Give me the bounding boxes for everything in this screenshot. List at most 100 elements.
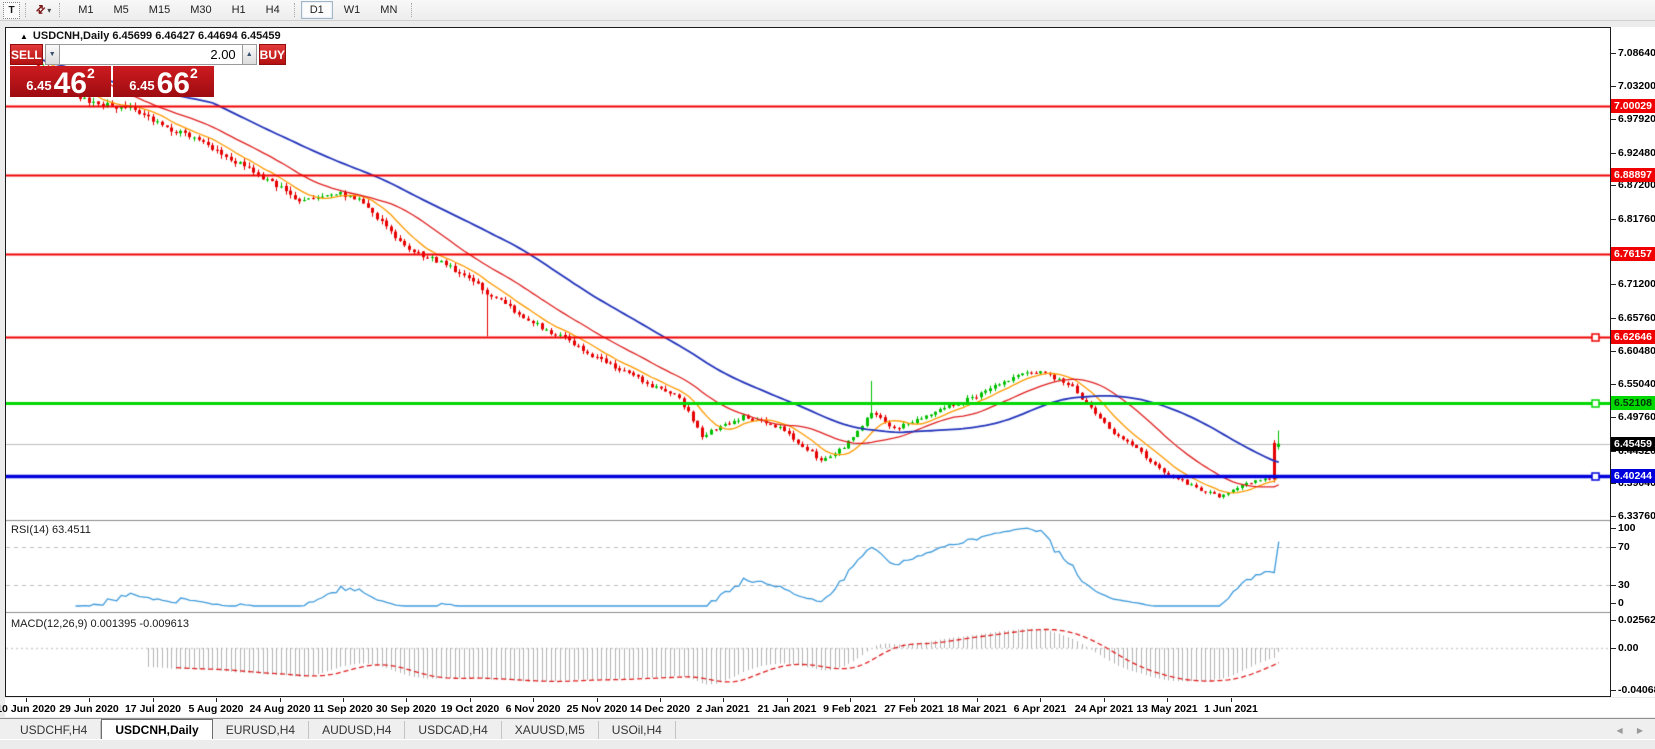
y-axis-tick-mark bbox=[1611, 516, 1616, 517]
date-tick-mark bbox=[787, 698, 788, 702]
y-axis-tick-mark bbox=[1611, 528, 1616, 529]
y-axis-tick-label: 6.33760 bbox=[1618, 510, 1655, 522]
timeframe-m30[interactable]: M30 bbox=[181, 1, 220, 19]
tab-scroll-arrows[interactable]: ◀ ▶ bbox=[1616, 726, 1649, 735]
sell-button[interactable]: SELL bbox=[10, 44, 43, 65]
date-tick-mark bbox=[1104, 698, 1105, 702]
sell-price-pips: 46 bbox=[54, 71, 87, 96]
y-axis-tick-mark bbox=[1611, 417, 1616, 418]
toolbar-separator bbox=[59, 3, 61, 17]
one-click-trading-panel: SELL ▼ ▲ BUY 6.45462 6.45662 bbox=[10, 44, 214, 97]
tab-usdcad-h4[interactable]: USDCAD,H4 bbox=[405, 721, 501, 740]
text-tool-button[interactable]: T bbox=[3, 2, 20, 19]
y-axis-tick-label: 6.81760 bbox=[1618, 213, 1655, 225]
y-axis-tick-label: 6.97920 bbox=[1618, 113, 1655, 125]
price-badge: 6.62646 bbox=[1611, 330, 1655, 344]
toolbar-separator bbox=[411, 3, 413, 17]
y-axis-tick-label: 6.55040 bbox=[1618, 378, 1655, 390]
rsi-axis-label: 70 bbox=[1618, 541, 1630, 553]
date-tick-mark bbox=[1167, 698, 1168, 702]
y-axis-tick-mark bbox=[1611, 585, 1616, 586]
y-axis-tick-label: 6.65760 bbox=[1618, 312, 1655, 324]
macd-axis-label: -0.040687 bbox=[1618, 684, 1655, 696]
buy-price-display[interactable]: 6.45662 bbox=[113, 66, 214, 97]
tab-xauusd-m5[interactable]: XAUUSD,M5 bbox=[502, 721, 599, 740]
chart-title-text: USDCNH,Daily 6.45699 6.46427 6.44694 6.4… bbox=[33, 30, 281, 42]
price-axis[interactable]: 7.086407.032006.979206.924806.872006.817… bbox=[1611, 27, 1655, 697]
tab-usdcnh-daily[interactable]: USDCNH,Daily bbox=[101, 719, 212, 740]
trading-terminal-window: T ⇅ ▾ M1M5M15M30H1H4D1W1MN ▲USDCNH,Daily… bbox=[0, 0, 1655, 749]
tab-eurusd-h4[interactable]: EURUSD,H4 bbox=[213, 721, 309, 740]
chart-title: ▲USDCNH,Daily 6.45699 6.46427 6.44694 6.… bbox=[20, 30, 281, 42]
toolbar-separator bbox=[294, 3, 296, 17]
y-axis-tick-label: 7.08640 bbox=[1618, 47, 1655, 59]
timeframe-w1[interactable]: W1 bbox=[335, 1, 370, 19]
timeframe-mn[interactable]: MN bbox=[371, 1, 406, 19]
chart-tabs: USDCHF,H4USDCNH,DailyEURUSD,H4AUDUSD,H4U… bbox=[0, 718, 1655, 740]
date-tick-mark bbox=[343, 698, 344, 702]
rsi-axis-label: 100 bbox=[1618, 522, 1636, 534]
timeframe-h4[interactable]: H4 bbox=[257, 1, 289, 19]
volume-stepper: ▼ ▲ bbox=[45, 44, 257, 65]
volume-input[interactable] bbox=[60, 44, 242, 65]
chevron-down-icon: ▾ bbox=[47, 6, 51, 15]
timeframe-h1[interactable]: H1 bbox=[223, 1, 255, 19]
date-tick-mark bbox=[406, 698, 407, 702]
y-axis-tick-label: 6.71200 bbox=[1618, 278, 1655, 290]
timeframe-m5[interactable]: M5 bbox=[105, 1, 138, 19]
sell-price-point: 2 bbox=[87, 65, 95, 81]
date-tick-mark bbox=[216, 698, 217, 702]
buy-button[interactable]: BUY bbox=[259, 44, 286, 65]
top-toolbar: T ⇅ ▾ M1M5M15M30H1H4 D1W1MN bbox=[0, 0, 1655, 21]
macd-indicator-label: MACD(12,26,9) 0.001395 -0.009613 bbox=[11, 618, 189, 630]
price-badge: 6.52108 bbox=[1611, 396, 1655, 410]
timeframe-m15[interactable]: M15 bbox=[140, 1, 179, 19]
sell-price-display[interactable]: 6.45462 bbox=[10, 66, 111, 97]
buy-price-base: 6.45 bbox=[129, 78, 154, 93]
y-axis-tick-mark bbox=[1611, 603, 1616, 604]
date-tick-mark bbox=[89, 698, 90, 702]
date-tick-mark bbox=[533, 698, 534, 702]
timeframe-group: M1M5M15M30H1H4 D1W1MN bbox=[68, 1, 417, 19]
tab-audusd-h4[interactable]: AUDUSD,H4 bbox=[309, 721, 405, 740]
volume-decrease-button[interactable]: ▼ bbox=[45, 44, 60, 65]
y-axis-tick-label: 6.92480 bbox=[1618, 147, 1655, 159]
timeframe-d1[interactable]: D1 bbox=[301, 1, 333, 19]
y-axis-tick-mark bbox=[1611, 318, 1616, 319]
price-badge: 6.76157 bbox=[1611, 247, 1655, 261]
diagonal-arrows-icon: ⇅ bbox=[32, 3, 46, 17]
rsi-axis-label: 0 bbox=[1618, 597, 1624, 609]
macd-axis-label: 0.025623 bbox=[1618, 614, 1655, 626]
buy-price-point: 2 bbox=[190, 65, 198, 81]
sell-price-base: 6.45 bbox=[26, 78, 51, 93]
y-axis-tick-mark bbox=[1611, 547, 1616, 548]
y-axis-tick-mark bbox=[1611, 451, 1616, 452]
date-tick-mark bbox=[1040, 698, 1041, 702]
tab-usdchf-h4[interactable]: USDCHF,H4 bbox=[7, 721, 101, 740]
date-tick-mark bbox=[1231, 698, 1232, 702]
rsi-axis-label: 30 bbox=[1618, 579, 1630, 591]
y-axis-tick-mark bbox=[1611, 620, 1616, 621]
date-tick-mark bbox=[26, 698, 27, 702]
date-tick-mark bbox=[597, 698, 598, 702]
volume-increase-button[interactable]: ▲ bbox=[242, 44, 257, 65]
timeframe-m1[interactable]: M1 bbox=[69, 1, 102, 19]
price-badge: 6.45459 bbox=[1611, 437, 1655, 451]
date-tick-mark bbox=[977, 698, 978, 702]
date-axis[interactable]: 10 Jun 202029 Jun 202017 Jul 20205 Aug 2… bbox=[5, 698, 1655, 717]
date-tick-mark bbox=[153, 698, 154, 702]
tab-usoil-h4[interactable]: USOil,H4 bbox=[599, 721, 676, 740]
y-axis-tick-mark bbox=[1611, 86, 1616, 87]
y-axis-tick-mark bbox=[1611, 53, 1616, 54]
price-chart-canvas[interactable] bbox=[6, 28, 1610, 696]
y-axis-tick-label: 7.03200 bbox=[1618, 80, 1655, 92]
price-badge: 7.00029 bbox=[1611, 99, 1655, 113]
y-axis-tick-label: 6.49760 bbox=[1618, 411, 1655, 423]
price-badge: 6.88897 bbox=[1611, 168, 1655, 182]
macd-axis-label: 0.00 bbox=[1618, 642, 1638, 654]
y-axis-tick-label: 6.60480 bbox=[1618, 345, 1655, 357]
trade-levels-tool-button[interactable]: ⇅ ▾ bbox=[32, 4, 54, 17]
y-axis-tick-mark bbox=[1611, 219, 1616, 220]
buy-price-pips: 66 bbox=[157, 71, 190, 96]
toolbar-separator bbox=[25, 3, 27, 17]
